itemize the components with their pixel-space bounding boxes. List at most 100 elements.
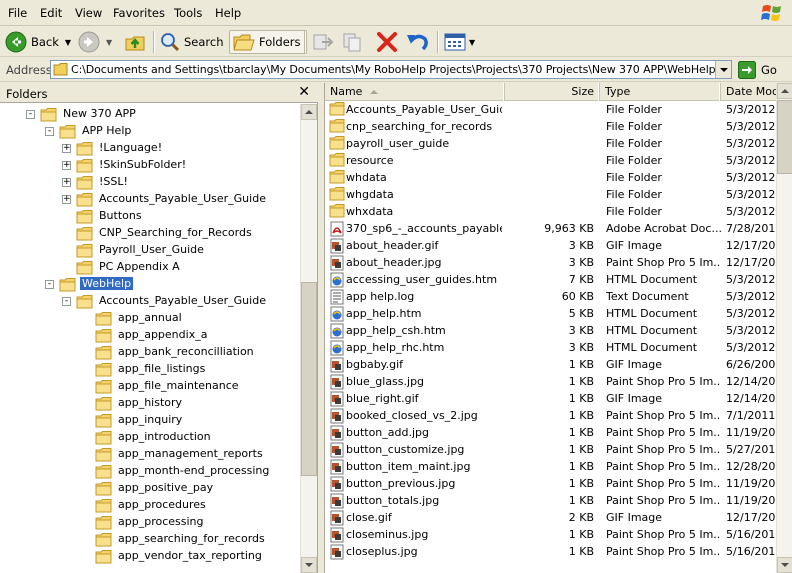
collapse-icon[interactable]: - — [45, 127, 54, 136]
file-row[interactable]: app_help_csh.htm 3 KB HTML Document 5/3/201… — [325, 322, 777, 339]
back-button[interactable]: Back ▼ — [5, 30, 71, 54]
image-file-icon — [329, 357, 345, 373]
file-size: 1 KB — [568, 443, 594, 456]
files-pane: Name Size Type Date Modi Accounts_Payabl… — [324, 83, 792, 573]
file-name: Accounts_Payable_User_Guide — [346, 103, 502, 116]
file-row[interactable]: accessing_user_guides.htm 7 KB HTML Docume… — [325, 271, 777, 288]
text-file-icon — [329, 289, 345, 305]
folder-icon — [95, 414, 113, 431]
back-dropdown-icon[interactable]: ▼ — [65, 38, 71, 47]
file-name: whxdata — [346, 205, 394, 218]
search-button[interactable]: Search — [160, 30, 224, 54]
views-button[interactable]: ▼ — [444, 30, 475, 54]
up-folder-button[interactable] — [124, 30, 146, 54]
views-dropdown-icon[interactable]: ▼ — [469, 38, 475, 47]
file-row[interactable]: cnp_searching_for_records File Folder 5/3/… — [325, 118, 777, 135]
file-row[interactable]: bgbaby.gif 1 KB GIF Image 6/26/200 — [325, 356, 777, 373]
file-row[interactable]: button_totals.jpg 1 KB Paint Shop Pro 5 Im… — [325, 492, 777, 509]
menu-view[interactable]: View — [75, 6, 102, 20]
collapse-icon[interactable]: - — [62, 297, 71, 306]
folder-icon — [76, 261, 94, 278]
file-row[interactable]: app_help.htm 5 KB HTML Document 5/3/2012 — [325, 305, 777, 322]
file-name: closeminus.jpg — [346, 528, 429, 541]
file-row[interactable]: Accounts_Payable_User_Guide File Folder 5/… — [325, 101, 777, 118]
collapse-icon[interactable]: - — [45, 280, 54, 289]
scroll-down-button[interactable] — [777, 557, 792, 573]
column-header-type[interactable]: Type — [600, 83, 721, 101]
expand-icon[interactable]: + — [62, 144, 71, 153]
file-row[interactable]: whdata File Folder 5/3/2012 — [325, 169, 777, 186]
file-name: bgbaby.gif — [346, 358, 404, 371]
file-row[interactable]: close.gif 2 KB GIF Image 12/17/200 — [325, 509, 777, 526]
address-dropdown-button[interactable] — [715, 61, 731, 78]
delete-button[interactable] — [376, 30, 398, 54]
file-row[interactable]: resource File Folder 5/3/2012 — [325, 152, 777, 169]
collapse-icon[interactable]: - — [26, 110, 35, 119]
file-row[interactable]: payroll_user_guide File Folder 5/3/2012 — [325, 135, 777, 152]
file-type: Paint Shop Pro 5 Im... — [606, 409, 721, 422]
menu-edit[interactable]: Edit — [40, 6, 62, 20]
scroll-thumb[interactable] — [777, 100, 792, 174]
undo-button[interactable] — [406, 30, 430, 54]
file-row[interactable]: closeplus.jpg 1 KB Paint Shop Pro 5 Im... 5… — [325, 543, 777, 560]
file-row[interactable]: app_help_rhc.htm 3 KB HTML Document 5/3/201… — [325, 339, 777, 356]
file-row[interactable]: booked_closed_vs_2.jpg 1 KB Paint Shop Pro… — [325, 407, 777, 424]
folders-toggle-button[interactable]: Folders — [229, 30, 307, 54]
folder-icon — [59, 278, 77, 295]
address-field[interactable]: C:\Documents and Settings\tbarclay\My Do… — [50, 60, 732, 79]
file-row[interactable]: app help.log 60 KB Text Document 5/3/2012 — [325, 288, 777, 305]
html-file-icon — [329, 323, 345, 339]
menu-help[interactable]: Help — [215, 6, 241, 20]
file-size: 1 KB — [568, 545, 594, 558]
file-row[interactable]: button_add.jpg 1 KB Paint Shop Pro 5 Im...… — [325, 424, 777, 441]
scroll-thumb[interactable] — [301, 282, 317, 476]
file-row[interactable]: 370_sp6_-_accounts_payable... 9,963 KB Ado… — [325, 220, 777, 237]
file-name: button_previous.jpg — [346, 477, 456, 490]
file-row[interactable]: about_header.jpg 3 KB Paint Shop Pro 5 Im.… — [325, 254, 777, 271]
folders-scrollbar[interactable] — [300, 104, 317, 573]
expand-icon[interactable]: + — [62, 195, 71, 204]
file-row[interactable]: closeminus.jpg 1 KB Paint Shop Pro 5 Im...… — [325, 526, 777, 543]
file-row[interactable]: whgdata File Folder 5/3/2012 — [325, 186, 777, 203]
close-icon[interactable]: ✕ — [298, 84, 310, 100]
go-button[interactable]: Go — [738, 61, 777, 79]
file-row[interactable]: blue_glass.jpg 1 KB Paint Shop Pro 5 Im...… — [325, 373, 777, 390]
image-file-icon — [329, 476, 345, 492]
menu-file[interactable]: File — [8, 6, 27, 20]
file-name: button_item_maint.jpg — [346, 460, 471, 473]
tree-node-label: !Language! — [99, 141, 163, 154]
file-row[interactable]: blue_right.gif 1 KB GIF Image 12/14/200 — [325, 390, 777, 407]
file-row[interactable]: about_header.gif 3 KB GIF Image 12/17/200 — [325, 237, 777, 254]
column-header-name[interactable]: Name — [325, 83, 505, 101]
expand-icon[interactable]: + — [62, 161, 71, 170]
forward-dropdown-icon[interactable]: ▼ — [106, 38, 112, 47]
folder-icon — [95, 499, 113, 516]
forward-button[interactable]: ▼ — [78, 30, 112, 54]
scroll-up-button[interactable] — [777, 83, 792, 99]
file-size: 1 KB — [568, 528, 594, 541]
tree-node-label: New 370 APP — [63, 107, 136, 120]
files-scrollbar[interactable] — [776, 83, 792, 573]
file-name: button_add.jpg — [346, 426, 430, 439]
menu-bar: File Edit View Favorites Tools Help — [0, 0, 792, 26]
expand-icon[interactable]: + — [62, 178, 71, 187]
file-row[interactable]: whxdata File Folder 5/3/2012 — [325, 203, 777, 220]
file-row[interactable]: button_item_maint.jpg 1 KB Paint Shop Pro … — [325, 458, 777, 475]
file-size: 1 KB — [568, 375, 594, 388]
html-file-icon — [329, 340, 345, 356]
file-name: booked_closed_vs_2.jpg — [346, 409, 478, 422]
file-date: 5/3/2012 — [726, 137, 776, 150]
tree-node-label: app_month-end_processing — [118, 464, 270, 477]
menu-favorites[interactable]: Favorites — [113, 6, 165, 20]
column-header-size[interactable]: Size — [505, 83, 600, 101]
folder-icon — [76, 142, 94, 159]
file-list: Accounts_Payable_User_Guide File Folder 5/… — [325, 101, 777, 573]
file-row[interactable]: button_customize.jpg 1 KB Paint Shop Pro 5… — [325, 441, 777, 458]
copy-to-button[interactable] — [342, 30, 364, 54]
file-row[interactable]: button_previous.jpg 1 KB Paint Shop Pro 5 … — [325, 475, 777, 492]
scroll-down-button[interactable] — [301, 557, 317, 573]
menu-tools[interactable]: Tools — [174, 6, 202, 20]
move-to-button[interactable] — [312, 30, 334, 54]
file-date: 5/27/2011 — [726, 443, 777, 456]
scroll-up-button[interactable] — [301, 104, 317, 120]
